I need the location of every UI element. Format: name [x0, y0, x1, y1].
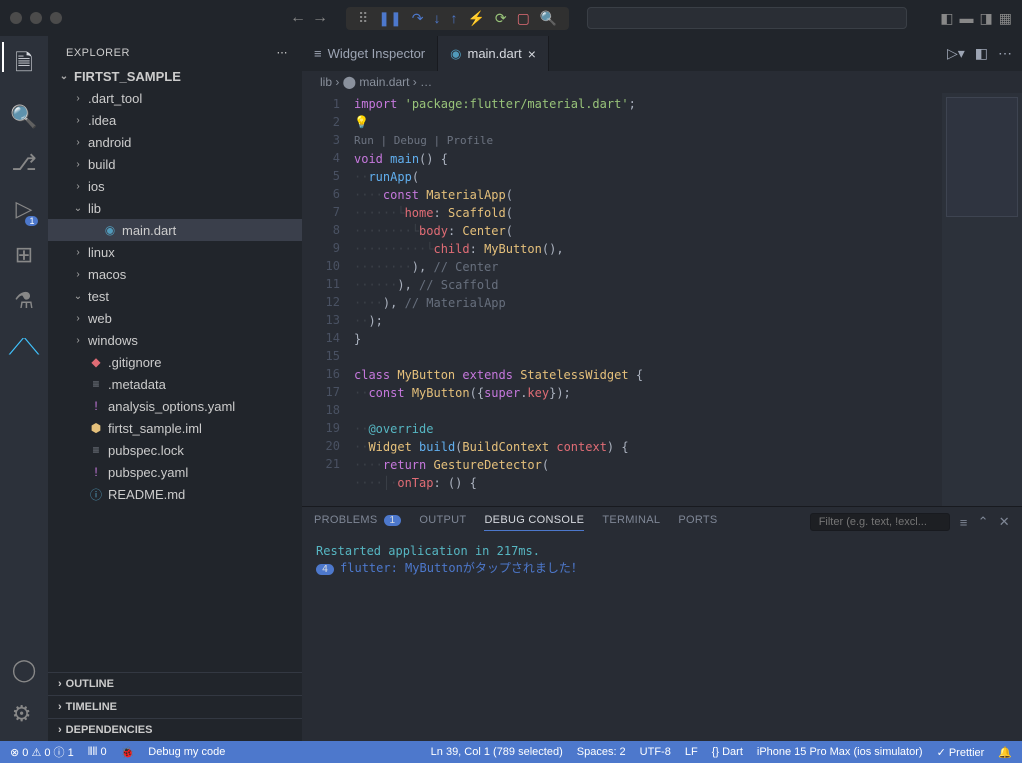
status-bar: ⊗ 0 ⚠ 0 ⓘ 1 ⦀⦀ 0 🐞 Debug my code Ln 39, Col … [0, 741, 1022, 763]
status-item[interactable]: ⦀⦀ 0 [88, 746, 107, 759]
editor-group: ≡ Widget Inspector◉ main.dart× ▷▾ ◧ ⋯ lib ›… [302, 36, 1022, 741]
status-item[interactable]: Debug my code [148, 746, 225, 758]
console-filter-input[interactable] [810, 513, 950, 531]
status-item[interactable]: iPhone 15 Pro Max (ios simulator) [757, 746, 923, 758]
status-item[interactable]: 🐞 [121, 746, 135, 759]
layout-controls: ◧ ▬ ◨ ▦ [940, 10, 1012, 27]
debug-pause-icon[interactable]: ❚❚ [378, 10, 401, 27]
tree-folder[interactable]: ›linux [48, 241, 302, 263]
explorer-title: EXPLORER [66, 47, 130, 59]
debug-hotreload-icon[interactable]: ⚡ [467, 10, 484, 27]
tree-file[interactable]: ≡pubspec.lock [48, 439, 302, 461]
debug-stepout-icon[interactable]: ↑ [450, 10, 457, 26]
activity-bar: 🗎 🔍 ⎇ ▷1 ⊞ ⚗ ⟋⟍ ◯ ⚙ [0, 36, 48, 741]
layout-primary-icon[interactable]: ◧ [940, 10, 953, 27]
debug-grip-icon[interactable]: ⠿ [358, 10, 368, 27]
status-item[interactable]: LF [685, 746, 698, 758]
status-item[interactable]: UTF-8 [640, 746, 671, 758]
panel-tab[interactable]: OUTPUT [419, 514, 466, 530]
traffic-light-min[interactable] [30, 12, 42, 24]
editor-tab[interactable]: ≡ Widget Inspector [302, 36, 438, 71]
editor-tabs: ≡ Widget Inspector◉ main.dart× ▷▾ ◧ ⋯ [302, 36, 1022, 71]
activity-extensions-icon[interactable]: ⊞ [15, 242, 33, 268]
layout-custom-icon[interactable]: ▦ [999, 10, 1012, 27]
tree-folder[interactable]: ›.dart_tool [48, 87, 302, 109]
tree-folder[interactable]: ⌄test [48, 285, 302, 307]
activity-search-icon[interactable]: 🔍 [10, 104, 37, 130]
split-editor-icon[interactable]: ◧ [975, 45, 988, 62]
activity-scm-icon[interactable]: ⎇ [11, 150, 36, 176]
debug-toolbar: ⠿ ❚❚ ↷ ↓ ↑ ⚡ ⟳ ▢ 🔍 [346, 7, 569, 30]
tree-folder[interactable]: ›android [48, 131, 302, 153]
minimap[interactable] [942, 93, 1022, 506]
traffic-light-close[interactable] [10, 12, 22, 24]
panel-close-icon[interactable]: ✕ [999, 514, 1010, 530]
tree-file[interactable]: ⓘREADME.md [48, 483, 302, 505]
tree-file[interactable]: !pubspec.yaml [48, 461, 302, 483]
sidebar-section[interactable]: › OUTLINE [48, 672, 302, 695]
tree-folder[interactable]: ⌄lib [48, 197, 302, 219]
debug-stop-icon[interactable]: ▢ [517, 10, 530, 27]
tree-folder[interactable]: ›windows [48, 329, 302, 351]
debug-inspector-icon[interactable]: 🔍 [540, 10, 557, 27]
editor-body[interactable]: 123456789101112131415161718192021 import… [302, 93, 1022, 506]
sidebar-section[interactable]: › TIMELINE [48, 695, 302, 718]
activity-settings-icon[interactable]: ⚙ [12, 701, 37, 727]
activity-debug-icon[interactable]: ▷1 [16, 196, 33, 222]
tab-close-icon[interactable]: × [528, 46, 536, 62]
activity-flutter-icon[interactable]: ⟋⟍ [9, 334, 40, 360]
panel-tab[interactable]: PORTS [678, 514, 717, 530]
status-item[interactable]: ✓ Prettier [937, 746, 985, 759]
status-item[interactable]: 🔔 [998, 746, 1012, 759]
tree-file[interactable]: ⬢firtst_sample.iml [48, 417, 302, 439]
explorer-more-icon[interactable]: ⋯ [277, 46, 289, 59]
status-item[interactable]: Spaces: 2 [577, 746, 626, 758]
panel-collapse-icon[interactable]: ⌃ [978, 514, 989, 530]
panel-settings-icon[interactable]: ≡ [960, 515, 968, 530]
debug-console-output: Restarted application in 217ms.4flutter:… [302, 537, 1022, 584]
nav-back-icon[interactable]: ← [290, 9, 306, 27]
editor-tab[interactable]: ◉ main.dart× [438, 36, 549, 71]
command-center[interactable] [587, 7, 907, 29]
sidebar-section[interactable]: › DEPENDENCIES [48, 718, 302, 741]
tree-file[interactable]: ◉main.dart [48, 219, 302, 241]
panel-tab[interactable]: PROBLEMS 1 [314, 514, 401, 530]
tree-folder[interactable]: ›macos [48, 263, 302, 285]
title-bar: ← → ⠿ ❚❚ ↷ ↓ ↑ ⚡ ⟳ ▢ 🔍 ◧ ▬ ◨ ▦ [0, 0, 1022, 36]
layout-panel-icon[interactable]: ▬ [960, 10, 974, 27]
tree-file[interactable]: ≡.metadata [48, 373, 302, 395]
activity-account-icon[interactable]: ◯ [12, 657, 37, 683]
tab-more-icon[interactable]: ⋯ [998, 45, 1012, 62]
tree-file[interactable]: ◆.gitignore [48, 351, 302, 373]
panel-tab[interactable]: TERMINAL [602, 514, 660, 530]
status-item[interactable]: ⊗ 0 ⚠ 0 ⓘ 1 [10, 744, 74, 760]
debug-stepin-icon[interactable]: ↓ [433, 10, 440, 26]
status-item[interactable]: {} Dart [712, 746, 743, 758]
tree-folder[interactable]: ›ios [48, 175, 302, 197]
tree-root[interactable]: ⌄FIRTST_SAMPLE [48, 65, 302, 87]
tree-folder[interactable]: ›.idea [48, 109, 302, 131]
breadcrumbs[interactable]: lib › ⬤ main.dart › … [302, 71, 1022, 93]
panel-tab[interactable]: DEBUG CONSOLE [484, 514, 584, 531]
layout-secondary-icon[interactable]: ◨ [980, 10, 993, 27]
debug-stepover-icon[interactable]: ↷ [412, 10, 424, 27]
tree-folder[interactable]: ›web [48, 307, 302, 329]
activity-explorer-icon[interactable]: 🗎 [15, 46, 33, 84]
traffic-light-max[interactable] [50, 12, 62, 24]
debug-restart-icon[interactable]: ⟳ [495, 10, 507, 27]
nav-forward-icon[interactable]: → [312, 9, 328, 27]
activity-testing-icon[interactable]: ⚗ [14, 288, 34, 314]
tree-folder[interactable]: ›build [48, 153, 302, 175]
explorer-sidebar: EXPLORER ⋯ ⌄FIRTST_SAMPLE›.dart_tool›.id… [48, 36, 302, 741]
run-config-icon[interactable]: ▷▾ [947, 45, 965, 62]
status-item[interactable]: Ln 39, Col 1 (789 selected) [431, 746, 563, 758]
tree-file[interactable]: !analysis_options.yaml [48, 395, 302, 417]
bottom-panel: PROBLEMS 1 OUTPUT DEBUG CONSOLE TERMINAL POR… [302, 506, 1022, 741]
